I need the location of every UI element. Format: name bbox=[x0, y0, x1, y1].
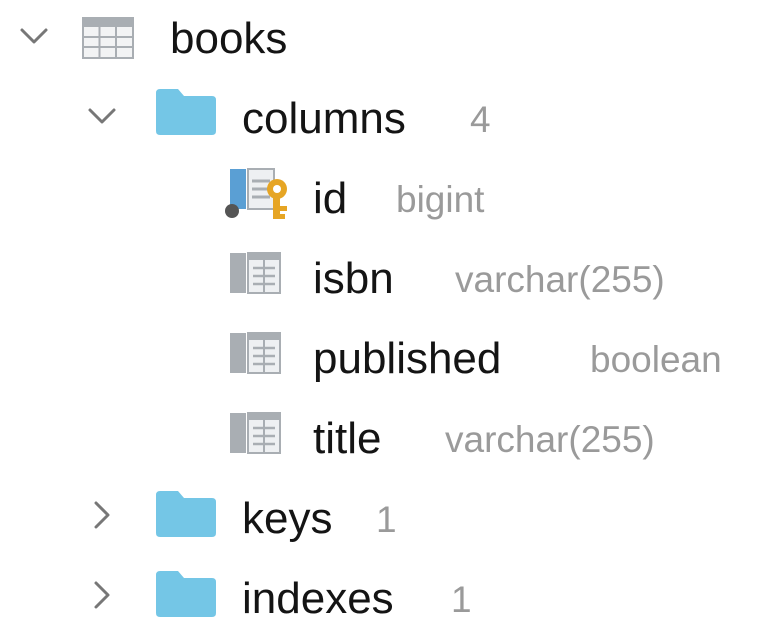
table-icon bbox=[82, 17, 134, 59]
group-label-indexes: indexes bbox=[242, 574, 394, 623]
folder-icon bbox=[156, 491, 216, 537]
chevron-right-icon[interactable] bbox=[82, 575, 122, 615]
column-icon bbox=[229, 411, 283, 455]
column-name: id bbox=[313, 174, 348, 223]
column-type: varchar(255) bbox=[455, 259, 665, 300]
folder-icon bbox=[156, 89, 216, 135]
group-count-keys: 1 bbox=[376, 499, 397, 540]
table-name: books bbox=[170, 14, 288, 63]
primary-key-column-icon bbox=[222, 167, 294, 227]
column-icon bbox=[229, 251, 283, 295]
database-tree: books columns 4 id bigint isbn varchar(2… bbox=[0, 0, 757, 621]
column-type: bigint bbox=[396, 179, 485, 220]
column-icon bbox=[229, 331, 283, 375]
tree-node-column[interactable]: id bigint bbox=[0, 155, 757, 235]
chevron-down-icon[interactable] bbox=[82, 97, 122, 137]
column-name: published bbox=[313, 334, 502, 383]
tree-node-table-books[interactable]: books bbox=[0, 0, 757, 75]
tree-node-column[interactable]: published boolean bbox=[0, 315, 757, 395]
column-name: isbn bbox=[313, 254, 394, 303]
tree-node-column[interactable]: isbn varchar(255) bbox=[0, 235, 757, 315]
group-count-indexes: 1 bbox=[451, 579, 472, 620]
tree-node-columns[interactable]: columns 4 bbox=[0, 75, 757, 155]
column-name: title bbox=[313, 414, 382, 463]
column-type: varchar(255) bbox=[445, 419, 655, 460]
chevron-right-icon[interactable] bbox=[82, 495, 122, 535]
tree-node-column[interactable]: title varchar(255) bbox=[0, 395, 757, 475]
group-label-columns: columns bbox=[242, 94, 406, 143]
group-count-columns: 4 bbox=[470, 99, 491, 140]
tree-node-indexes[interactable]: indexes 1 bbox=[0, 555, 757, 635]
group-label-keys: keys bbox=[242, 494, 333, 543]
chevron-down-icon[interactable] bbox=[14, 17, 54, 57]
column-type: boolean bbox=[590, 339, 722, 380]
folder-icon bbox=[156, 571, 216, 617]
tree-node-keys[interactable]: keys 1 bbox=[0, 475, 757, 555]
